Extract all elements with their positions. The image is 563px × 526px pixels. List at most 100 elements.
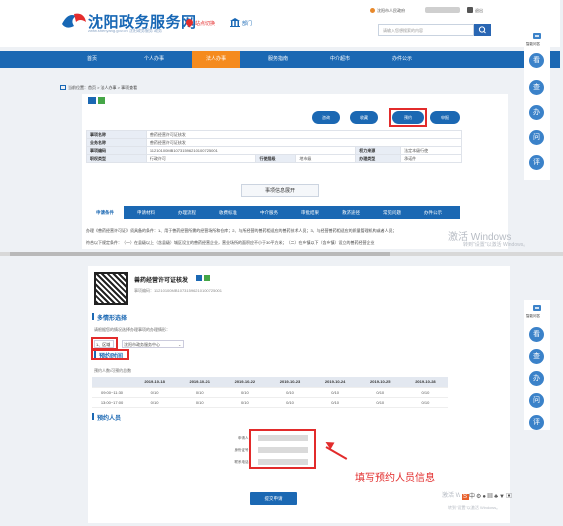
scenario-hint: 请根据您的情况选择办理事项的办理情形： <box>94 327 170 332</box>
slot-cell[interactable]: 0/10 <box>222 397 268 408</box>
nav-guide[interactable]: 服务指南 <box>254 51 302 68</box>
annotation-text: 填写预约人员信息 <box>355 473 435 484</box>
grid-icon <box>88 97 96 104</box>
sidebar-ask-button[interactable]: 问 <box>529 130 544 145</box>
slot-cell[interactable]: 0/10 <box>312 397 358 408</box>
section-marker <box>92 313 94 320</box>
nav-home[interactable]: 首页 <box>68 51 116 68</box>
login-org-text: 沈阳市人民政府 <box>377 8 405 13</box>
smart-qa-label: 智能问答 <box>526 42 540 46</box>
ime-icon: S <box>462 494 470 500</box>
submit-button[interactable]: 提交申请 <box>250 492 297 505</box>
windows-watermark: 激活 Windows <box>442 493 460 499</box>
tab-intermediary[interactable]: 中介服务 <box>250 206 288 219</box>
item-info-table: 事项名称 兽药经营许可证核发 业务名称 兽药经营许可证核发 事项编码 11210… <box>86 130 463 163</box>
table-header: 2019-10-28 <box>402 377 448 388</box>
table-header <box>92 377 132 388</box>
time-slot: 13:00~17:00 <box>92 397 132 408</box>
tab-fees[interactable]: 收费标准 <box>209 206 247 219</box>
search-button[interactable] <box>474 24 491 36</box>
sidebar-view-button[interactable]: 看 <box>529 53 544 68</box>
tab-conditions[interactable]: 申请条件 <box>86 206 124 219</box>
table-cell: 业务名称 <box>86 138 147 147</box>
table-header: 2019-10-22 <box>222 377 268 388</box>
slot-cell[interactable]: 0/10 <box>357 387 403 398</box>
consult-button[interactable]: 咨询 <box>312 111 340 124</box>
nav-publicity[interactable]: 办件公示 <box>378 51 426 68</box>
sidebar-query-button[interactable]: 查 <box>529 349 544 364</box>
slot-cell[interactable]: 0/10 <box>357 397 403 408</box>
slot-cell[interactable]: 0/10 <box>177 397 223 408</box>
wechat-icon <box>98 97 105 104</box>
tray-icon: ▦ <box>487 494 495 500</box>
tab-remedy[interactable]: 救济途径 <box>332 206 370 219</box>
tab-results[interactable]: 审批结果 <box>291 206 329 219</box>
scrollbar-thumb[interactable] <box>10 252 390 256</box>
sidebar-rate-button[interactable]: 评 <box>529 155 544 170</box>
schedule-table: 2019-10-18 2019-10-21 2019-10-22 2019-10… <box>92 377 448 408</box>
favorite-button[interactable]: 收藏 <box>350 111 378 124</box>
tray-icon: 中 <box>469 494 477 500</box>
tab-faq[interactable]: 常见问题 <box>373 206 411 219</box>
center-select[interactable]: 沈阳市政务服务中心 <box>122 340 184 348</box>
home-icon <box>60 85 66 90</box>
table-cell: 地市级 <box>295 154 357 163</box>
table-cell: 兽药经营许可证核发 <box>145 130 463 139</box>
table-cell: 权力来源 <box>355 146 402 155</box>
table-row: 09:00~11:30 0/10 0/10 0/10 0/10 0/10 0/1… <box>92 387 448 398</box>
applicant-label: 申请人： <box>238 436 252 440</box>
windows-watermark-sub: 转到"设置"以激活 Windows。 <box>463 242 529 248</box>
item-code: 事项编码：11210100MB10731596210100725001 <box>134 288 222 293</box>
site-switch-link[interactable]: 站点切换 <box>195 20 215 27</box>
table-header: 2019-10-21 <box>177 377 223 388</box>
tab-publicity[interactable]: 办件公示 <box>414 206 452 219</box>
table-cell: 事项编码 <box>86 146 147 155</box>
slot-cell[interactable]: 0/10 <box>132 387 178 398</box>
tab-materials[interactable]: 申请材料 <box>127 206 165 219</box>
sidebar-handle-button[interactable]: 办 <box>529 371 544 386</box>
expand-info-button[interactable]: 事项信息展开 <box>241 184 319 197</box>
slot-cell[interactable]: 0/10 <box>402 387 448 398</box>
institution-icon <box>230 18 240 27</box>
tab-process[interactable]: 办理流程 <box>168 206 206 219</box>
sidebar-rate-button[interactable]: 评 <box>529 415 544 430</box>
table-header: 2019-10-24 <box>312 377 358 388</box>
department-link[interactable]: 部门 <box>242 20 252 27</box>
search-icon <box>478 26 486 34</box>
windows-watermark-sub: 转到"设置"以激活 Windows。 <box>448 505 501 510</box>
apply-button[interactable]: 申报 <box>430 111 460 124</box>
user-name-blurred <box>425 7 460 13</box>
logout-link[interactable]: 退出 <box>475 8 483 14</box>
section-title-person: 预约人员 <box>97 416 122 422</box>
table-header-row: 2019-10-18 2019-10-21 2019-10-22 2019-10… <box>92 377 448 388</box>
phone-label: 联系电话： <box>234 460 253 464</box>
slot-cell[interactable]: 0/10 <box>402 397 448 408</box>
slot-cell[interactable]: 0/10 <box>267 387 313 398</box>
person-highlight-box <box>249 429 316 469</box>
table-row: 业务名称 兽药经营许可证核发 <box>86 138 463 147</box>
table-row: 事项名称 兽药经营许可证核发 <box>86 130 463 139</box>
time-highlight-box <box>91 349 129 360</box>
site-logo-icon <box>62 13 86 28</box>
slot-cell[interactable]: 0/10 <box>222 387 268 398</box>
smart-qa-label: 智能问答 <box>526 314 540 318</box>
section-title-scenario: 多情形选择 <box>97 316 128 322</box>
sidebar-handle-button[interactable]: 办 <box>529 105 544 120</box>
slot-cell[interactable]: 0/10 <box>267 397 313 408</box>
table-cell: 承诺件 <box>400 154 462 163</box>
site-url: zwfw.shenyang.gov.cn 沈阳政务服务 政务 <box>88 28 162 33</box>
search-input[interactable]: 请输入您想搜索的内容 <box>378 24 474 36</box>
table-cell: 行使层级 <box>255 154 297 163</box>
sidebar-view-button[interactable]: 看 <box>529 327 544 342</box>
nav-personal[interactable]: 个人办事 <box>130 51 178 68</box>
slot-cell[interactable]: 0/10 <box>312 387 358 398</box>
slot-cell[interactable]: 0/10 <box>177 387 223 398</box>
table-header: 2019-10-18 <box>132 377 178 388</box>
booking-highlight-box <box>389 108 427 127</box>
sidebar-query-button[interactable]: 查 <box>529 80 544 95</box>
item-title: 兽药经营许可证核发 <box>134 278 189 284</box>
sidebar-ask-button[interactable]: 问 <box>529 393 544 408</box>
nav-corporate[interactable]: 法人办事 <box>192 51 240 68</box>
nav-intermediary[interactable]: 中介超市 <box>316 51 364 68</box>
slot-cell[interactable]: 0/10 <box>132 397 178 408</box>
